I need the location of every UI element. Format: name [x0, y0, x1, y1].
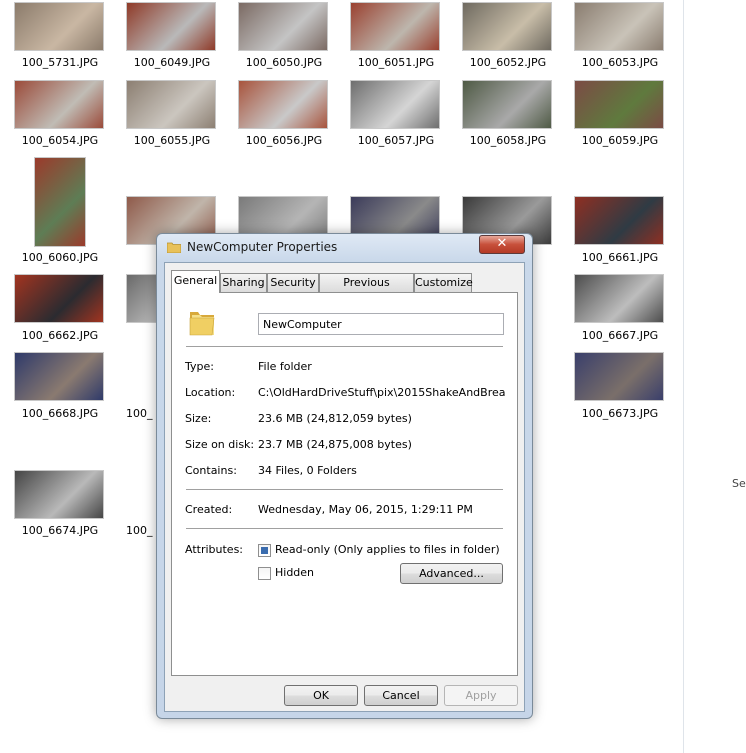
thumbnail-image [462, 2, 552, 51]
thumbnail-image [34, 157, 86, 247]
size-value: 23.6 MB (24,812,059 bytes) [258, 412, 412, 425]
thumbnail-caption: 100_6667.JPG [581, 329, 659, 342]
properties-dialog: NewComputer Properties ✕ General Sharing… [156, 233, 533, 719]
thumbnail-image [574, 274, 664, 323]
thumbnail-caption: 100_6052.JPG [469, 56, 547, 69]
tab-customize[interactable]: Customize [414, 273, 473, 292]
tab-label: General [173, 274, 218, 287]
thumbnail-caption: 100_6060.JPG [21, 251, 99, 264]
thumbnail-caption: 100_5731.JPG [21, 56, 99, 69]
thumbnail-image [462, 80, 552, 129]
apply-button[interactable]: Apply [444, 685, 518, 706]
tab-label: Customize [415, 276, 473, 289]
thumbnail-image [574, 196, 664, 245]
general-tab-panel: Type: File folder Location: C:\OldHardDr… [171, 292, 518, 676]
folder-icon [167, 242, 181, 253]
folder-name-input[interactable] [258, 313, 504, 335]
thumbnail-image [350, 80, 440, 129]
thumbnail-image [574, 80, 664, 129]
dialog-titlebar[interactable]: NewComputer Properties ✕ [157, 234, 532, 262]
cancel-button[interactable]: Cancel [364, 685, 438, 706]
thumbnail-image [238, 80, 328, 129]
attributes-label: Attributes: [185, 543, 244, 556]
advanced-button[interactable]: Advanced... [400, 563, 503, 584]
tab-label: Security [270, 276, 316, 289]
contains-label: Contains: [185, 464, 237, 477]
tab-label: Sharing [222, 276, 265, 289]
thumbnail-caption: 100_6056.JPG [245, 134, 323, 147]
thumbnail-caption: 100_6055.JPG [133, 134, 211, 147]
contains-value: 34 Files, 0 Folders [258, 464, 357, 477]
close-icon: ✕ [496, 236, 508, 251]
thumbnail-image [126, 80, 216, 129]
thumbnail-image [14, 470, 104, 519]
thumbnail-caption: 100_6673.JPG [581, 407, 659, 420]
ok-button[interactable]: OK [284, 685, 358, 706]
thumbnail-caption: 100_6050.JPG [245, 56, 323, 69]
thumbnail-caption: 100_6057.JPG [357, 134, 435, 147]
dialog-client-area: General Sharing Security Previous Versio… [164, 262, 525, 712]
location-value: C:\OldHardDriveStuff\pix\2015ShakeAndBre… [258, 386, 505, 399]
thumbnail-caption: 100_6668.JPG [21, 407, 99, 420]
thumbnail-caption: 100_6059.JPG [581, 134, 659, 147]
separator [186, 489, 503, 490]
pane-divider [683, 0, 684, 753]
tab-security[interactable]: Security [267, 273, 319, 292]
hidden-checkbox[interactable] [258, 567, 271, 580]
thumbnail-image [574, 352, 664, 401]
size-on-disk-label: Size on disk: [185, 438, 255, 451]
thumbnail-caption: 100_6058.JPG [469, 134, 547, 147]
thumbnail-caption: 100_6049.JPG [133, 56, 211, 69]
thumbnail-image [238, 2, 328, 51]
hidden-label[interactable]: Hidden [275, 566, 314, 579]
thumbnail-image [14, 2, 104, 51]
thumbnail-image [574, 2, 664, 51]
type-label: Type: [185, 360, 214, 373]
size-label: Size: [185, 412, 212, 425]
thumbnail-caption: 100_6662.JPG [21, 329, 99, 342]
type-value: File folder [258, 360, 312, 373]
location-label: Location: [185, 386, 236, 399]
thumbnail-image [14, 80, 104, 129]
thumbnail-caption: 100_6051.JPG [357, 56, 435, 69]
thumbnail-caption: 100_6661.JPG [581, 251, 659, 264]
tab-general[interactable]: General [171, 270, 220, 293]
details-pane-text: Sel [732, 477, 746, 490]
thumbnail-image [14, 274, 104, 323]
created-value: Wednesday, May 06, 2015, 1:29:11 PM [258, 503, 473, 516]
tab-sharing[interactable]: Sharing [220, 273, 267, 292]
separator [186, 346, 503, 347]
separator [186, 528, 503, 529]
large-folder-icon [189, 312, 215, 336]
readonly-label[interactable]: Read-only (Only applies to files in fold… [275, 543, 500, 556]
created-label: Created: [185, 503, 233, 516]
thumbnail-caption: 100_6054.JPG [21, 134, 99, 147]
size-on-disk-value: 23.7 MB (24,875,008 bytes) [258, 438, 412, 451]
readonly-checkbox[interactable] [258, 544, 271, 557]
thumbnail-caption: 100_6053.JPG [581, 56, 659, 69]
close-button[interactable]: ✕ [479, 235, 525, 254]
thumbnail-caption: 100_6674.JPG [21, 524, 99, 537]
dialog-title: NewComputer Properties [187, 240, 338, 254]
tab-previous-versions[interactable]: Previous Versions [319, 273, 414, 307]
thumbnail-image [14, 352, 104, 401]
thumbnail-image [126, 2, 216, 51]
thumbnail-image [350, 2, 440, 51]
